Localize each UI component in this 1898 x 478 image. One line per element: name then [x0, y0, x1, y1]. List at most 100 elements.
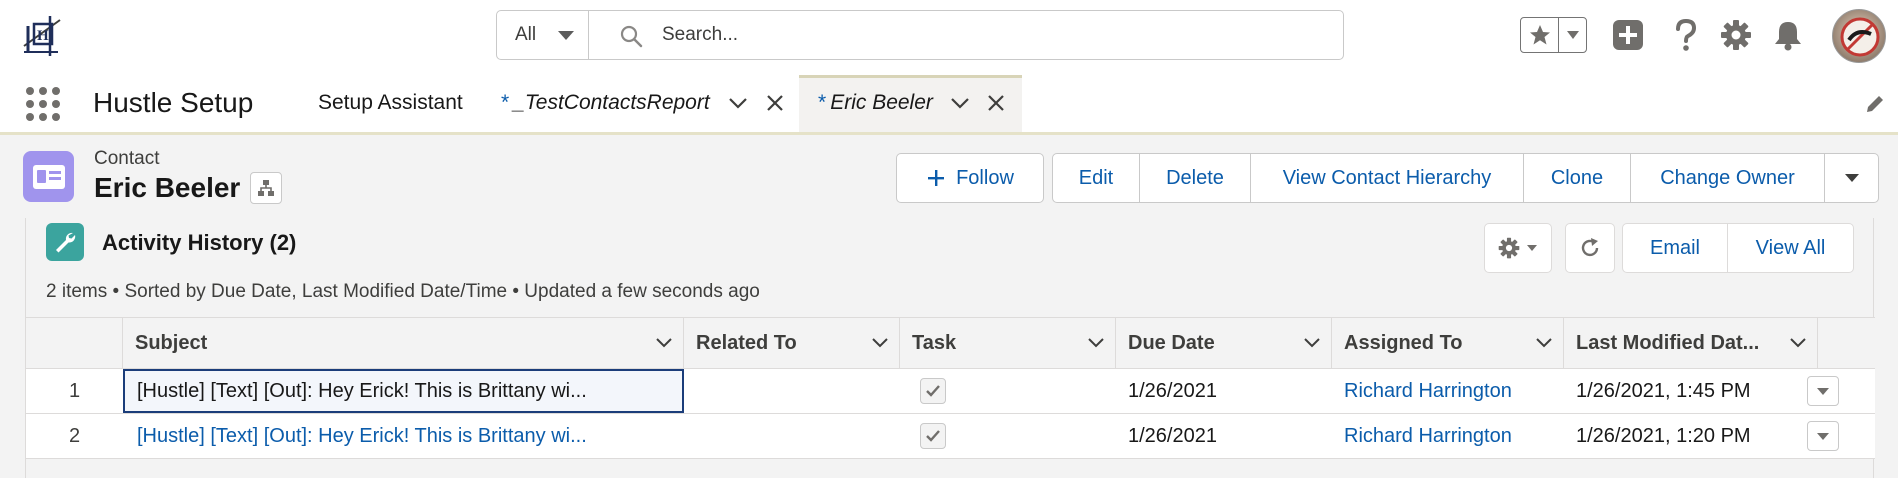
column-header-task[interactable]: Task	[900, 318, 1116, 369]
table-row[interactable]: 1 [Hustle] [Text] [Out]: Hey Erick! This…	[26, 369, 1875, 414]
task-checkbox	[920, 378, 946, 404]
plus-icon	[928, 170, 945, 186]
favorites-star-icon	[1529, 25, 1550, 45]
view-contact-hierarchy-label: View Contact Hierarchy	[1282, 166, 1492, 189]
hierarchy-button[interactable]	[250, 172, 282, 204]
contact-icon	[23, 151, 74, 202]
column-header-related-to[interactable]: Related To	[684, 318, 900, 369]
task-cell	[900, 414, 1116, 458]
column-label: Due Date	[1128, 332, 1215, 354]
logo-icon[interactable]: H	[22, 12, 66, 60]
edit-label: Edit	[1078, 166, 1114, 189]
task-checkbox	[920, 423, 946, 449]
search-scope-value: All	[515, 24, 537, 45]
favorites-list-button[interactable]	[1559, 18, 1586, 52]
user-avatar-image	[1840, 17, 1880, 57]
column-label: Task	[912, 332, 957, 354]
help-icon	[1676, 18, 1697, 51]
column-header-subject[interactable]: Subject	[123, 318, 684, 369]
record-name: Eric Beeler	[94, 172, 241, 203]
related-to-cell	[684, 369, 900, 413]
view-all-button[interactable]: View All	[1728, 224, 1853, 272]
row-actions-button[interactable]	[1807, 376, 1839, 406]
assigned-to-link[interactable]: Richard Harrington	[1332, 369, 1564, 413]
record-highlights: Contact Eric Beeler Follow Edit Delete V…	[0, 138, 1898, 218]
search-scope-select[interactable]: All	[497, 11, 589, 59]
table-row[interactable]: 2 [Hustle] [Text] [Out]: Hey Erick! This…	[26, 414, 1875, 459]
close-icon[interactable]	[764, 92, 786, 114]
chevron-down-icon	[1844, 174, 1859, 182]
nav-item-setup-assistant[interactable]: Setup Assistant	[318, 73, 463, 132]
view-all-label: View All	[1755, 236, 1826, 259]
navigation-bar: Hustle Setup Setup Assistant * _TestCont…	[0, 73, 1898, 135]
search-input[interactable]	[662, 11, 1322, 59]
chevron-down-icon	[1817, 432, 1829, 440]
help-button[interactable]	[1668, 17, 1704, 53]
view-contact-hierarchy-button[interactable]: View Contact Hierarchy	[1251, 154, 1524, 202]
checkmark-icon	[926, 430, 940, 442]
global-search: All	[496, 10, 1344, 60]
subject-cell[interactable]: [Hustle] [Text] [Out]: Hey Erick! This i…	[123, 369, 684, 413]
activity-history-card: Activity History (2) 2 items • Sorted by…	[25, 218, 1875, 478]
close-icon[interactable]	[985, 92, 1007, 114]
change-owner-button[interactable]: Change Owner	[1631, 154, 1825, 202]
column-header-last-modified[interactable]: Last Modified Dat...	[1564, 318, 1818, 369]
row-number-header	[26, 318, 123, 369]
chevron-down-icon[interactable]	[871, 337, 889, 349]
edit-nav-pencil-icon[interactable]	[1864, 93, 1886, 115]
app-launcher-icon[interactable]	[25, 86, 61, 122]
assigned-to-link[interactable]: Richard Harrington	[1332, 414, 1564, 458]
column-header-due-date[interactable]: Due Date	[1116, 318, 1332, 369]
table-header: Subject Related To Task Due Date Assigne…	[26, 317, 1875, 369]
object-label: Contact	[94, 148, 160, 169]
chevron-down-icon[interactable]	[1303, 337, 1321, 349]
email-button[interactable]: Email	[1623, 224, 1728, 272]
refresh-icon	[1581, 238, 1599, 257]
chevron-down-icon	[558, 31, 574, 40]
column-label: Related To	[696, 332, 797, 354]
global-actions-button[interactable]	[1610, 17, 1646, 53]
subject-link[interactable]: [Hustle] [Text] [Out]: Hey Erick! This i…	[123, 414, 684, 458]
refresh-button[interactable]	[1565, 223, 1615, 273]
card-title[interactable]: Activity History (2)	[102, 230, 296, 256]
column-label: Assigned To	[1344, 332, 1463, 354]
chevron-down-icon[interactable]	[949, 92, 971, 114]
tab-testcontactsreport[interactable]: * _TestContactsReport	[501, 73, 710, 132]
column-header-assigned-to[interactable]: Assigned To	[1332, 318, 1564, 369]
chevron-down-icon[interactable]	[727, 92, 749, 114]
svg-text:H: H	[37, 28, 49, 44]
change-owner-label: Change Owner	[1660, 166, 1795, 189]
follow-label: Follow	[956, 166, 1014, 189]
tab-eric-beeler-label[interactable]: * Eric Beeler	[818, 73, 933, 132]
chevron-down-icon[interactable]	[1087, 337, 1105, 349]
edit-button[interactable]: Edit	[1053, 154, 1140, 202]
hierarchy-icon	[258, 180, 274, 196]
card-actions: Email View All	[1622, 223, 1854, 273]
list-settings-button[interactable]	[1484, 223, 1552, 273]
setup-button[interactable]	[1718, 17, 1754, 53]
delete-button[interactable]: Delete	[1140, 154, 1251, 202]
row-actions-button[interactable]	[1807, 421, 1839, 451]
chevron-down-icon	[1817, 387, 1829, 395]
search-icon	[620, 25, 643, 48]
checkmark-icon	[926, 385, 940, 397]
nav-item-label: Setup Assistant	[318, 90, 463, 114]
email-label: Email	[1649, 236, 1700, 259]
due-date-cell: 1/26/2021	[1128, 379, 1217, 402]
notifications-button[interactable]	[1770, 17, 1806, 53]
notifications-bell-icon	[1775, 22, 1801, 51]
chevron-down-icon[interactable]	[655, 337, 673, 349]
wrench-icon	[46, 223, 84, 261]
favorites-button-group	[1520, 17, 1587, 53]
record-actions: Edit Delete View Contact Hierarchy Clone…	[1052, 153, 1879, 203]
activity-table: Subject Related To Task Due Date Assigne…	[26, 317, 1875, 459]
avatar[interactable]	[1832, 9, 1886, 63]
global-header: H All	[0, 0, 1898, 73]
more-actions-button[interactable]	[1825, 154, 1878, 202]
chevron-down-icon[interactable]	[1535, 337, 1553, 349]
follow-button[interactable]: Follow	[896, 153, 1044, 203]
chevron-down-icon[interactable]	[1789, 337, 1807, 349]
favorites-star-button[interactable]	[1521, 18, 1559, 52]
clone-button[interactable]: Clone	[1524, 154, 1631, 202]
task-cell	[900, 369, 1116, 413]
